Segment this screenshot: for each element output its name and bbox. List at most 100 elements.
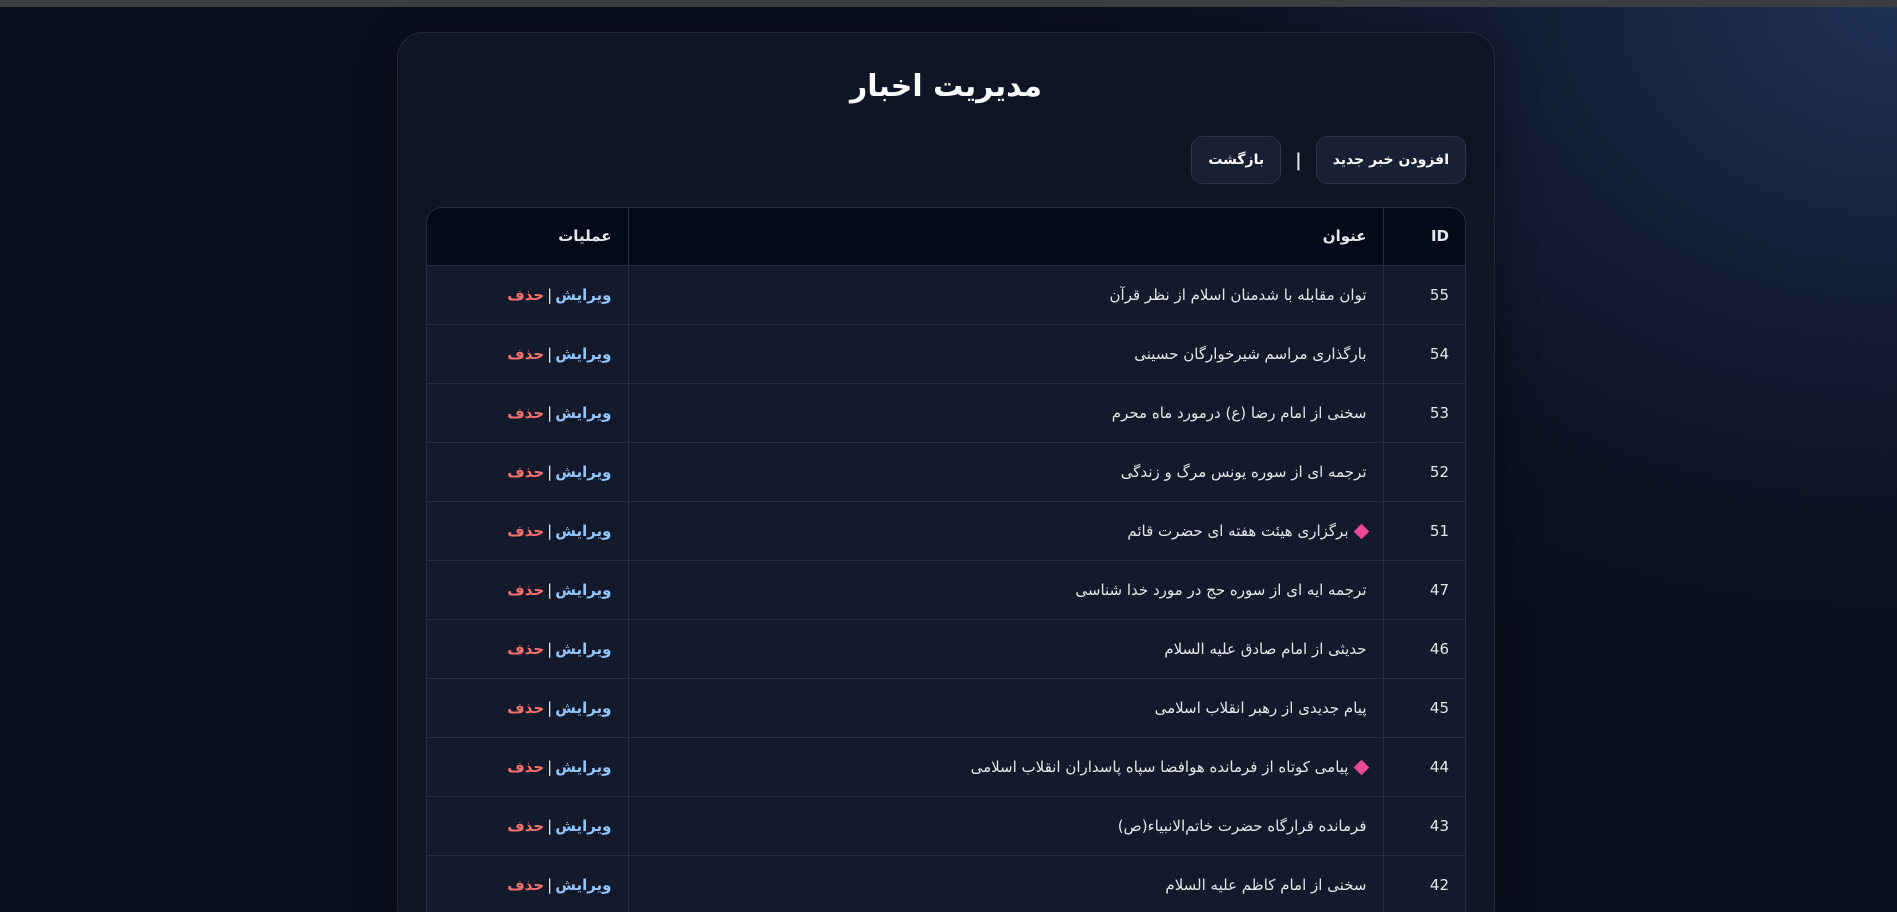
edit-link[interactable]: ویرایش [555,640,611,658]
cell-title: برگزاری هیئت هفته ای حضرت قائم [627,501,1383,561]
operations-separator: | [547,285,553,304]
cell-operations: ویرایش|حذف [427,442,628,502]
cell-title: حدیثی از امام صادق علیه السلام [627,619,1383,679]
delete-link[interactable]: حذف [507,581,544,599]
operations-separator: | [547,639,553,658]
edit-link[interactable]: ویرایش [555,817,611,835]
delete-link[interactable]: حذف [507,876,544,894]
operations-separator: | [547,875,553,894]
delete-link[interactable]: حذف [507,817,544,835]
edit-link[interactable]: ویرایش [555,345,611,363]
table-row: 46 حدیثی از امام صادق علیه السلام ویرایش|ح… [427,619,1465,679]
news-table-container: ID عنوان عملیات 55 توان مقابله با شدمنان … [426,207,1466,912]
operations-separator: | [547,344,553,363]
pink-diamond-icon [1353,759,1369,775]
cell-operations: ویرایش|حذف [427,678,628,738]
cell-title: ترجمه ای از سوره یونس مرگ و زندگی [627,442,1383,502]
edit-link[interactable]: ویرایش [555,404,611,422]
cell-id: 52 [1382,442,1465,502]
news-title-text: ترجمه ای از سوره یونس مرگ و زندگی [1120,462,1367,481]
cell-id: 45 [1382,678,1465,738]
delete-link[interactable]: حذف [507,286,544,304]
action-separator: | [1295,149,1302,171]
operations-separator: | [547,816,553,835]
cell-operations: ویرایش|حذف [427,855,628,912]
cell-id: 54 [1382,324,1465,384]
news-title-text: سخنی از امام رضا (ع) درمورد ماه محرم [1111,403,1367,422]
cell-id: 46 [1382,619,1465,679]
cell-id: 55 [1382,265,1465,325]
table-row: 51 برگزاری هیئت هفته ای حضرت قائم ویرایش|ح… [427,501,1465,561]
operations-separator: | [547,757,553,776]
cell-id: 43 [1382,796,1465,856]
news-title-text: ترجمه ایه ای از سوره حج در مورد خدا شناس… [1075,580,1367,599]
cell-operations: ویرایش|حذف [427,324,628,384]
delete-link[interactable]: حذف [507,404,544,422]
news-title-text: پیام جدیدی از رهبر انقلاب اسلامی [1154,698,1367,717]
cell-operations: ویرایش|حذف [427,737,628,797]
delete-link[interactable]: حذف [507,522,544,540]
edit-link[interactable]: ویرایش [555,758,611,776]
news-title-text: پیامی کوتاه از فرمانده هوافضا سپاه پاسدا… [970,757,1349,776]
edit-link[interactable]: ویرایش [555,699,611,717]
edit-link[interactable]: ویرایش [555,581,611,599]
edit-link[interactable]: ویرایش [555,522,611,540]
news-table: ID عنوان عملیات 55 توان مقابله با شدمنان … [427,208,1465,912]
cell-title: پیام جدیدی از رهبر انقلاب اسلامی [627,678,1383,738]
table-row: 47 ترجمه ایه ای از سوره حج در مورد خدا شن… [427,560,1465,620]
news-title-text: فرمانده قرارگاه حضرت خاتم‌الانبیاء(ص) [1117,816,1367,835]
cell-id: 44 [1382,737,1465,797]
cell-operations: ویرایش|حذف [427,796,628,856]
cell-title: سخنی از امام رضا (ع) درمورد ماه محرم [627,383,1383,443]
page-title: مدیریت اخبار [850,69,1042,104]
table-header-row: ID عنوان عملیات [427,208,1465,266]
news-title-text: برگزاری هیئت هفته ای حضرت قائم [1127,521,1349,540]
operations-separator: | [547,462,553,481]
cell-title: بارگذاری مراسم شیرخوارگان حسینی [627,324,1383,384]
delete-link[interactable]: حذف [507,699,544,717]
pink-diamond-icon [1353,523,1369,539]
edit-link[interactable]: ویرایش [555,286,611,304]
header-title: عنوان [627,208,1383,266]
table-row: 44 پیامی کوتاه از فرمانده هوافضا سپاه پاس… [427,737,1465,797]
table-row: 55 توان مقابله با شدمنان اسلام از نظر قرآ… [427,265,1465,325]
cell-id: 47 [1382,560,1465,620]
table-row: 43 فرمانده قرارگاه حضرت خاتم‌الانبیاء(ص) و… [427,796,1465,856]
cell-title: سخنی از امام کاظم علیه السلام [627,855,1383,912]
browser-top-strip [0,0,1897,7]
operations-separator: | [547,403,553,422]
news-title-text: حدیثی از امام صادق علیه السلام [1164,639,1367,658]
add-news-button[interactable]: افزودن خبر جدید [1315,136,1466,184]
edit-link[interactable]: ویرایش [555,463,611,481]
table-row: 42 سخنی از امام کاظم علیه السلام ویرایش|حذ… [427,855,1465,912]
cell-title: توان مقابله با شدمنان اسلام از نظر قرآن [627,265,1383,325]
cell-operations: ویرایش|حذف [427,501,628,561]
operations-separator: | [547,698,553,717]
action-bar: افزودن خبر جدید | بازگشت [1191,136,1466,184]
table-row: 52 ترجمه ای از سوره یونس مرگ و زندگی ویرای… [427,442,1465,502]
cell-title: پیامی کوتاه از فرمانده هوافضا سپاه پاسدا… [627,737,1383,797]
delete-link[interactable]: حذف [507,463,544,481]
table-row: 53 سخنی از امام رضا (ع) درمورد ماه محرم وی… [427,383,1465,443]
table-row: 54 بارگذاری مراسم شیرخوارگان حسینی ویرایش|… [427,324,1465,384]
cell-operations: ویرایش|حذف [427,619,628,679]
cell-id: 51 [1382,501,1465,561]
delete-link[interactable]: حذف [507,640,544,658]
table-body: 55 توان مقابله با شدمنان اسلام از نظر قرآ… [427,265,1465,912]
delete-link[interactable]: حذف [507,758,544,776]
cell-operations: ویرایش|حذف [427,560,628,620]
edit-link[interactable]: ویرایش [555,876,611,894]
operations-separator: | [547,580,553,599]
cell-id: 53 [1382,383,1465,443]
delete-link[interactable]: حذف [507,345,544,363]
operations-separator: | [547,521,553,540]
cell-id: 42 [1382,855,1465,912]
back-button[interactable]: بازگشت [1191,136,1282,184]
news-title-text: بارگذاری مراسم شیرخوارگان حسینی [1134,344,1367,363]
cell-title: فرمانده قرارگاه حضرت خاتم‌الانبیاء(ص) [627,796,1383,856]
news-title-text: توان مقابله با شدمنان اسلام از نظر قرآن [1109,285,1367,304]
cell-operations: ویرایش|حذف [427,383,628,443]
news-title-text: سخنی از امام کاظم علیه السلام [1165,875,1367,894]
cell-operations: ویرایش|حذف [427,265,628,325]
news-management-card: مدیریت اخبار افزودن خبر جدید | بازگشت ID… [397,32,1495,912]
